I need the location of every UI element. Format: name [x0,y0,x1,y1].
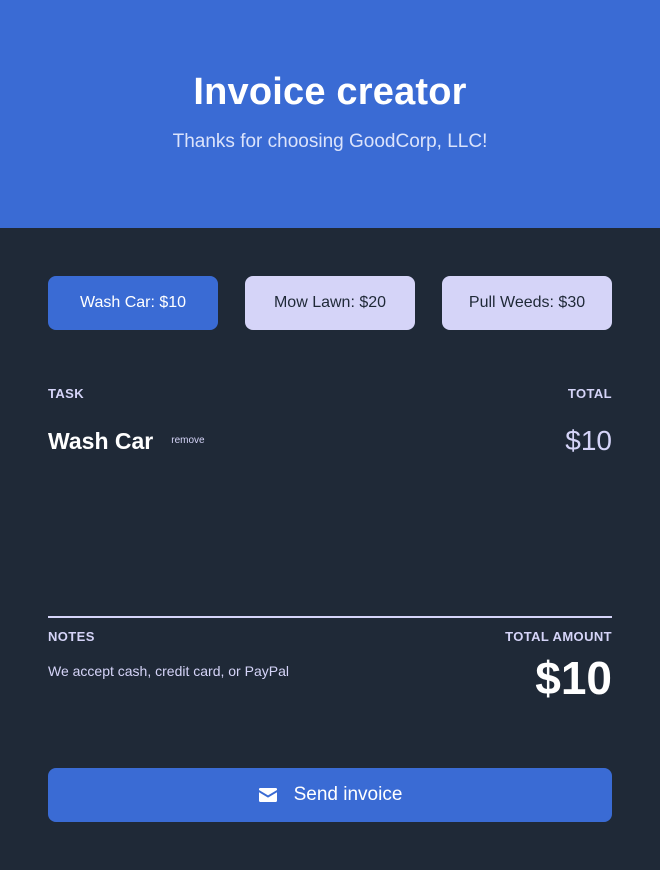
line-item-total: $10 [565,425,612,456]
divider [48,616,612,618]
remove-link[interactable]: remove [171,435,204,446]
page-title: Invoice creator [193,71,467,113]
total-column-header: TOTAL [567,386,612,401]
table-header: TASK TOTAL [48,386,612,401]
notes-header: NOTES [48,629,95,644]
send-invoice-label: Send invoice [293,784,403,805]
summary-headers: NOTES TOTAL AMOUNT [48,629,612,644]
line-item-left: Wash Car remove [48,428,205,455]
invoice-summary: NOTES TOTAL AMOUNT We accept cash, credi… [48,629,612,702]
mow-lawn-button[interactable]: Mow Lawn: $20 [245,276,415,330]
total-amount-header: TOTAL AMOUNT [505,629,612,644]
total-amount: $10 [535,652,612,704]
invoice-main: Wash Car: $10 Mow Lawn: $20 Pull Weeds: … [0,228,660,870]
task-column-header: TASK [48,386,85,401]
page-subtitle: Thanks for choosing GoodCorp, LLC! [172,131,488,152]
task-button-group: Wash Car: $10 Mow Lawn: $20 Pull Weeds: … [48,276,612,330]
table-row: Wash Car remove $10 [48,425,612,457]
wash-car-button[interactable]: Wash Car: $10 [48,276,218,330]
summary-body: We accept cash, credit card, or PayPal $… [48,654,612,702]
envelope-icon [258,787,278,803]
line-item-name: Wash Car [48,427,154,454]
pull-weeds-button[interactable]: Pull Weeds: $30 [442,276,612,330]
send-invoice-button[interactable]: Send invoice [48,768,612,822]
notes-text: We accept cash, credit card, or PayPal [48,663,289,679]
header: Invoice creator Thanks for choosing Good… [0,0,660,228]
